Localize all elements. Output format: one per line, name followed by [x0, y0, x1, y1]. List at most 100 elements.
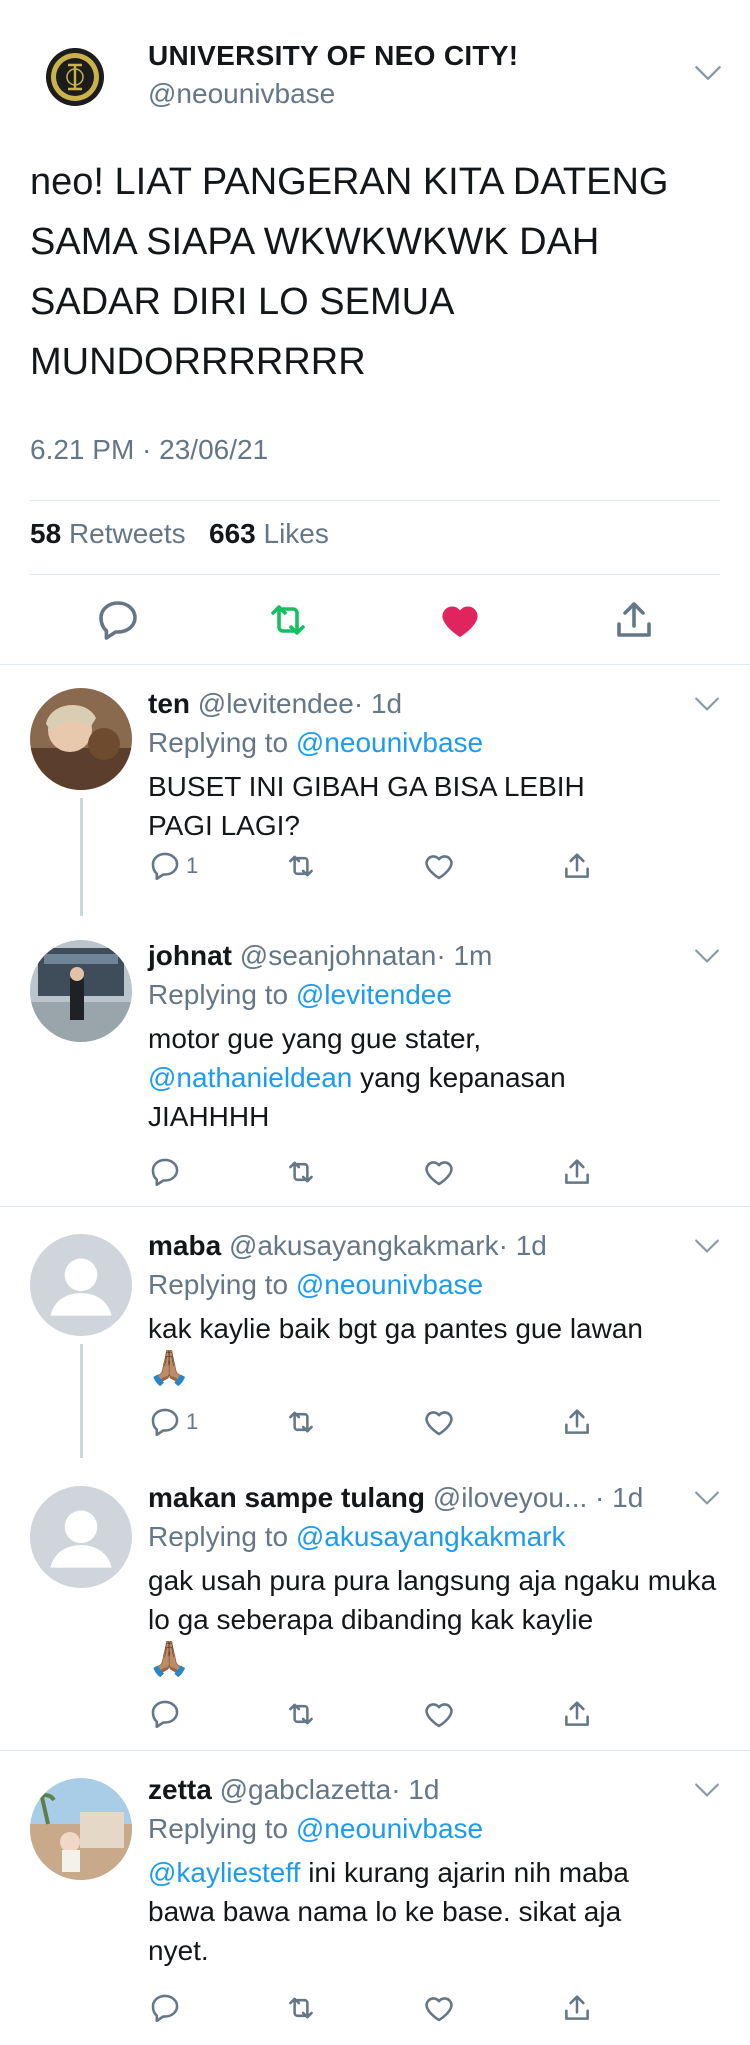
default-avatar[interactable] — [30, 1486, 132, 1588]
retweet-button[interactable] — [284, 848, 318, 884]
chevron-down-icon[interactable] — [694, 1238, 720, 1254]
retweet-icon — [284, 1697, 318, 1731]
replying-to-mention[interactable]: @neounivbase — [296, 1813, 483, 1844]
replying-to-mention[interactable]: @neounivbase — [296, 727, 483, 758]
reply-author-handle[interactable]: @seanjohnatan — [240, 940, 437, 971]
share-button[interactable] — [560, 1404, 594, 1440]
like-button[interactable] — [422, 1990, 456, 2026]
retweet-button[interactable] — [284, 1154, 318, 1190]
reply-text: kak kaylie baik bgt ga pantes gue lawan … — [148, 1309, 728, 1389]
share-icon — [560, 1155, 594, 1189]
reply-text: gak usah pura pura langsung aja ngaku mu… — [148, 1561, 728, 1680]
main-tweet: UNIVERSITY OF NEO CITY! @neounivbase neo… — [0, 0, 750, 664]
reply-tweet[interactable]: maba @akusayangkakmark· 1d Replying to @… — [0, 1206, 750, 1458]
reply-header: maba @akusayangkakmark· 1d — [148, 1230, 547, 1262]
reply-time: · 1d — [353, 688, 403, 719]
share-button[interactable] — [560, 1696, 594, 1732]
reply-button[interactable] — [148, 1990, 182, 2026]
reply-time: · 1d — [498, 1230, 547, 1261]
reply-author-handle[interactable]: @gabclazetta — [220, 1774, 392, 1805]
chevron-down-icon[interactable] — [694, 64, 722, 82]
account-avatar[interactable] — [32, 34, 118, 120]
avatar[interactable] — [30, 688, 132, 790]
reply-author-name[interactable]: zetta — [148, 1774, 212, 1805]
tweet-stats: 58 Retweets 663 Likes — [30, 518, 329, 550]
retweet-icon — [284, 1405, 318, 1439]
share-button[interactable] — [560, 1154, 594, 1190]
like-button[interactable] — [422, 1154, 456, 1190]
reply-button[interactable]: 1 — [148, 848, 198, 884]
default-avatar[interactable] — [30, 1234, 132, 1336]
chevron-down-icon[interactable] — [694, 948, 720, 964]
share-icon — [560, 849, 594, 883]
likes-label[interactable]: Likes — [264, 518, 329, 549]
tweet-text: neo! LIAT PANGERAN KITA DATENG SAMA SIAP… — [30, 161, 669, 383]
share-button[interactable] — [560, 1990, 594, 2026]
reply-button[interactable]: 1 — [148, 1404, 198, 1440]
share-icon — [560, 1405, 594, 1439]
reply-count: 1 — [186, 1409, 199, 1434]
like-icon — [422, 1405, 456, 1439]
reply-icon[interactable] — [94, 596, 142, 644]
reply-header: makan sampe tulang @iloveyou... · 1d — [148, 1482, 643, 1514]
reply-author-name[interactable]: makan sampe tulang — [148, 1482, 425, 1513]
reply-author-handle[interactable]: @iloveyou... — [433, 1482, 588, 1513]
replying-to-mention[interactable]: @akusayangkakmark — [296, 1521, 566, 1552]
avatar[interactable] — [30, 1778, 132, 1880]
replying-to-mention[interactable]: @neounivbase — [296, 1269, 483, 1300]
retweet-button[interactable] — [284, 1990, 318, 2026]
reply-author-name[interactable]: maba — [148, 1230, 221, 1261]
reply-tweet[interactable]: zetta @gabclazetta· 1d Replying to @neou… — [0, 1750, 750, 2045]
share-icon — [560, 1991, 594, 2025]
folded-hands-emoji: 🙏🏽 — [148, 1349, 191, 1387]
reply-tweet[interactable]: ten @levitendee· 1d Replying to @neouniv… — [0, 664, 750, 916]
replying-to: Replying to @akusayangkakmark — [148, 1521, 566, 1553]
like-button[interactable] — [422, 1404, 456, 1440]
divider — [30, 574, 720, 575]
retweet-icon — [284, 849, 318, 883]
chevron-down-icon[interactable] — [694, 1490, 720, 1506]
replying-to-mention[interactable]: @levitendee — [296, 979, 452, 1010]
retweet-button[interactable] — [284, 1404, 318, 1440]
chevron-down-icon[interactable] — [694, 1782, 720, 1798]
retweets-label[interactable]: Retweets — [69, 518, 186, 549]
replying-to-label: Replying to — [148, 1521, 289, 1552]
reply-author-handle[interactable]: @levitendee — [198, 688, 354, 719]
likes-count[interactable]: 663 — [209, 518, 256, 549]
retweet-icon — [284, 1991, 318, 2025]
reply-time: · 1d — [595, 1482, 644, 1513]
reply-actions — [148, 1990, 598, 2026]
reply-author-handle[interactable]: @akusayangkakmark — [229, 1230, 499, 1261]
share-icon[interactable] — [610, 596, 658, 644]
like-icon — [422, 1991, 456, 2025]
like-icon[interactable] — [436, 596, 484, 644]
reply-button[interactable] — [148, 1154, 182, 1190]
reply-tweet[interactable]: johnat @seanjohnatan· 1m Replying to @le… — [0, 916, 750, 1206]
retweet-button[interactable] — [284, 1696, 318, 1732]
reply-button[interactable] — [148, 1696, 182, 1732]
account-handle[interactable]: @neounivbase — [148, 78, 335, 110]
chevron-down-icon[interactable] — [694, 696, 720, 712]
reply-text-mention[interactable]: @kayliesteff — [148, 1857, 300, 1888]
like-button[interactable] — [422, 1696, 456, 1732]
replying-to-label: Replying to — [148, 979, 289, 1010]
reply-author-name[interactable]: johnat — [148, 940, 232, 971]
retweets-count[interactable]: 58 — [30, 518, 61, 549]
retweet-icon[interactable] — [264, 596, 312, 644]
reply-author-name[interactable]: ten — [148, 688, 190, 719]
tweet-timestamp[interactable]: 6.21 PM · 23/06/21 — [30, 434, 268, 466]
avatar[interactable] — [30, 940, 132, 1042]
reply-tweet[interactable]: makan sampe tulang @iloveyou... · 1d Rep… — [0, 1458, 750, 1750]
reply-header: ten @levitendee· 1d — [148, 688, 402, 720]
reply-time: · 1m — [436, 940, 493, 971]
account-name[interactable]: UNIVERSITY OF NEO CITY! — [148, 40, 518, 72]
share-button[interactable] — [560, 848, 594, 884]
reply-icon — [148, 1405, 182, 1439]
reply-actions: 1 — [148, 848, 598, 884]
like-button[interactable] — [422, 848, 456, 884]
avatar-photo — [30, 940, 132, 1042]
like-icon — [422, 1155, 456, 1189]
reply-count: 1 — [186, 853, 199, 878]
reply-text: motor gue yang gue stater, @nathanieldean… — [148, 1019, 598, 1136]
reply-text-mention[interactable]: @nathanieldean — [148, 1062, 352, 1093]
